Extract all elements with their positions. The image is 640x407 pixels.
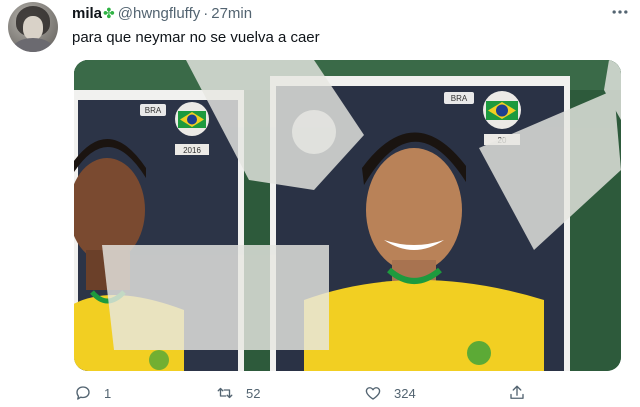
like-button[interactable]: 324 [364,384,416,402]
tweet[interactable]: mila ✤ @hwngfluffy · 27min para que neym… [0,0,640,407]
avatar-body [12,38,54,52]
avatar[interactable] [8,2,58,52]
user-handle[interactable]: @hwngfluffy [118,5,201,22]
reply-icon [76,386,90,400]
clover-emoji-icon: ✤ [103,4,115,21]
tweet-media-image[interactable]: BRA 2016 BRA [74,60,621,371]
tweet-timestamp[interactable]: 27min [211,5,252,22]
share-button[interactable] [508,384,538,402]
more-icon[interactable] [610,2,630,26]
tweet-header: mila ✤ @hwngfluffy · 27min [72,4,252,22]
sticker-left-year: 2016 [183,146,201,155]
tweet-text: para que neymar no se vuelva a caer [72,29,320,46]
reply-button[interactable]: 1 [74,384,111,402]
retweet-count: 52 [246,385,261,401]
sticker-right-team: BRA [451,94,468,103]
reply-count: 1 [104,385,112,401]
separator-dot: · [203,4,209,22]
retweet-button[interactable]: 52 [216,384,260,402]
share-icon [510,385,524,399]
retweet-icon [217,387,233,399]
like-count: 324 [394,385,416,401]
avatar-face [23,16,43,40]
sticker-left-team: BRA [145,106,162,115]
heart-icon [365,387,381,400]
tweet-actions: 1 52 324 [74,384,594,406]
display-name[interactable]: mila [72,5,102,22]
